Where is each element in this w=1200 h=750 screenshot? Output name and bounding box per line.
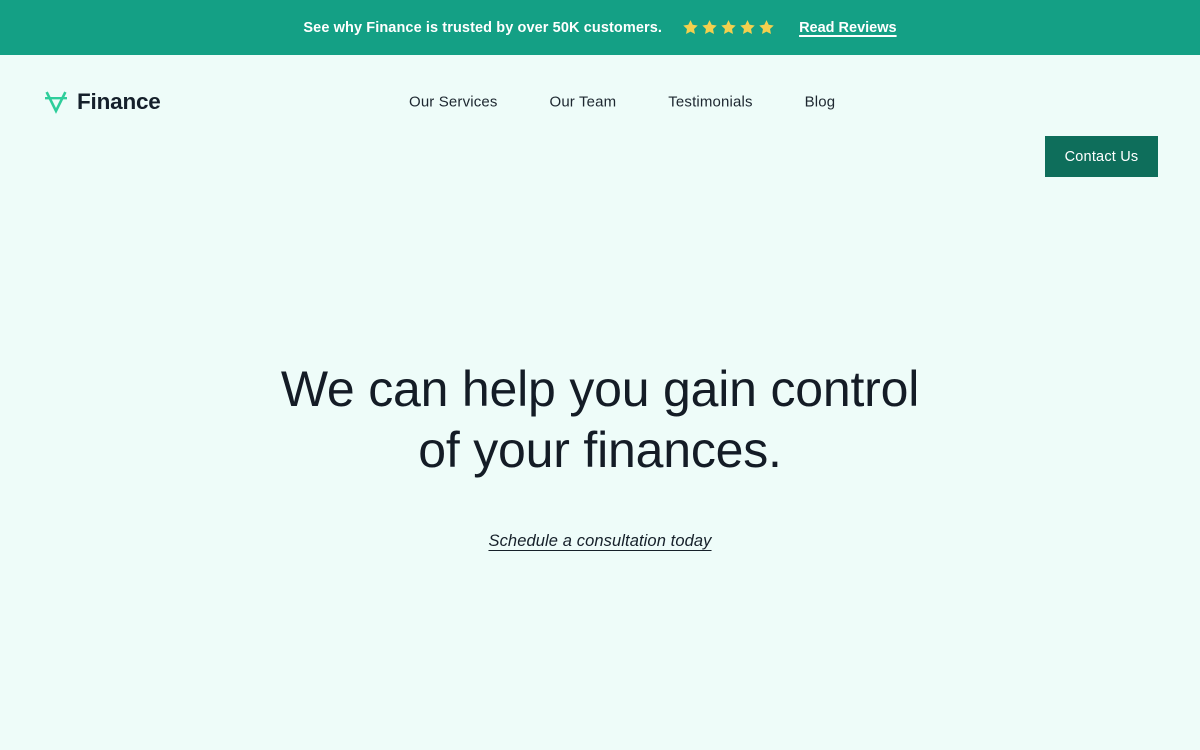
star-icon	[702, 20, 717, 35]
main-navigation: Our Services Our Team Testimonials Blog	[409, 93, 835, 110]
hero-title-line-2: of your finances.	[418, 422, 782, 478]
star-icon	[721, 20, 736, 35]
finance-v-logomark-icon	[45, 90, 67, 114]
page-title: We can help you gain control of your fin…	[240, 359, 960, 481]
hero-section: We can help you gain control of your fin…	[0, 148, 1200, 750]
star-icon	[683, 20, 698, 35]
announcement-bar: See why Finance is trusted by over 50K c…	[0, 0, 1200, 55]
brand-logo[interactable]: Finance	[44, 89, 161, 115]
star-rating	[682, 19, 775, 36]
nav-item-blog[interactable]: Blog	[805, 93, 836, 110]
schedule-consultation-link[interactable]: Schedule a consultation today	[488, 532, 711, 551]
nav-item-our-services[interactable]: Our Services	[409, 93, 498, 110]
star-icon	[740, 20, 755, 35]
hero-title-line-1: We can help you gain control	[280, 361, 920, 417]
brand-name: Finance	[77, 88, 161, 114]
announcement-text: See why Finance is trusted by over 50K c…	[303, 19, 663, 36]
nav-item-our-team[interactable]: Our Team	[550, 93, 617, 110]
read-reviews-link[interactable]: Read Reviews	[799, 20, 897, 36]
site-header: Finance Our Services Our Team Testimonia…	[0, 55, 1200, 177]
star-icon	[759, 20, 774, 35]
nav-item-testimonials[interactable]: Testimonials	[668, 93, 752, 110]
